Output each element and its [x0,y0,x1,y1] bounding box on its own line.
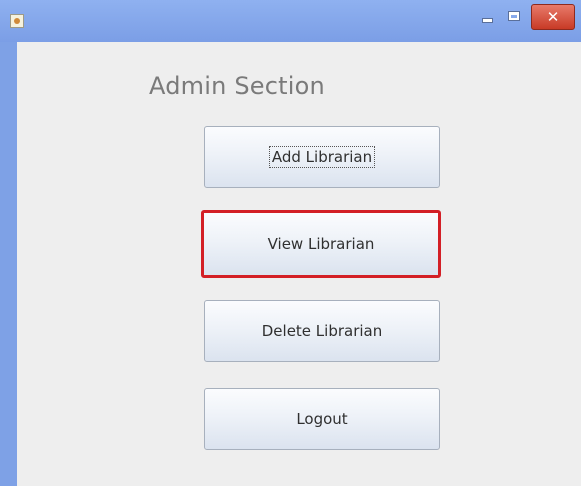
page-title: Admin Section [149,72,325,100]
delete-librarian-button[interactable]: Delete Librarian [204,300,440,362]
add-librarian-button[interactable]: Add Librarian [204,126,440,188]
close-button[interactable]: ✕ [531,4,575,30]
minimize-button[interactable] [476,4,498,28]
logout-button[interactable]: Logout [204,388,440,450]
view-librarian-button[interactable]: View Librarian [201,210,441,278]
title-bar[interactable]: ✕ [0,0,581,42]
view-librarian-label: View Librarian [267,235,375,253]
add-librarian-label: Add Librarian [268,146,376,168]
java-app-icon [10,14,24,28]
close-icon: ✕ [546,7,560,26]
admin-panel: Admin Section Add Librarian View Librari… [17,42,581,486]
app-window: ✕ Admin Section Add Librarian View Libra… [0,0,581,486]
maximize-icon [509,12,519,20]
maximize-button[interactable] [502,4,526,28]
delete-librarian-label: Delete Librarian [261,322,383,340]
logout-label: Logout [296,410,348,428]
minimize-icon [482,18,492,22]
